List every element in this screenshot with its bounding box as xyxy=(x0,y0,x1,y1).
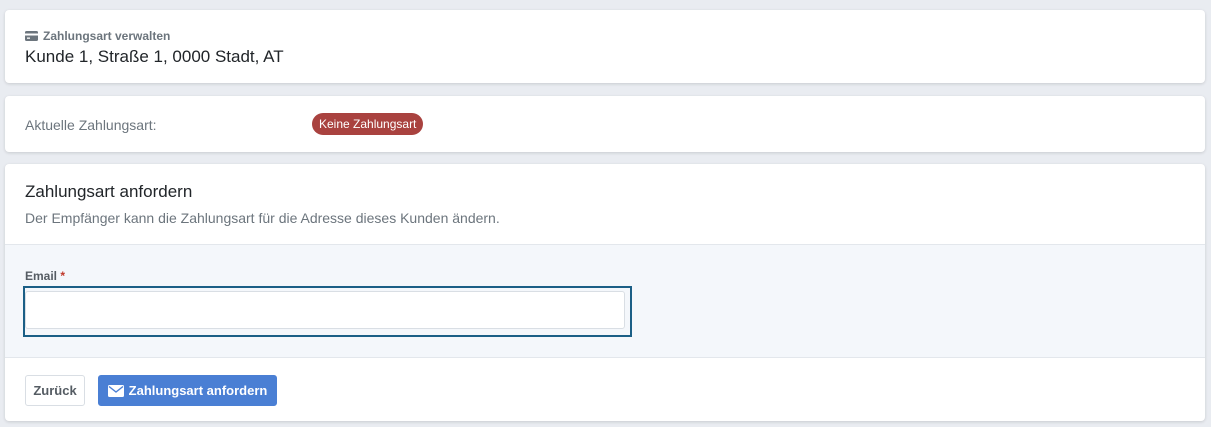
back-button[interactable]: Zurück xyxy=(25,375,85,406)
envelope-icon xyxy=(107,384,124,397)
request-title: Zahlungsart anfordern xyxy=(25,182,193,201)
credit-card-icon xyxy=(25,31,38,41)
email-input[interactable] xyxy=(25,291,625,329)
request-payment-button-label: Zahlungsart anfordern xyxy=(128,383,268,398)
request-payment-card: Zahlungsart anfordern Der Empfänger kann… xyxy=(5,164,1205,421)
payment-status-card: Aktuelle Zahlungsart: Keine Zahlungsart xyxy=(5,96,1205,152)
email-label: Email * xyxy=(25,269,65,283)
header-subtitle: Zahlungsart verwalten xyxy=(25,29,170,43)
required-marker: * xyxy=(60,269,66,283)
request-payment-button[interactable]: Zahlungsart anfordern xyxy=(98,375,277,406)
request-form-body: Email * xyxy=(5,244,1205,358)
header-subtitle-text: Zahlungsart verwalten xyxy=(43,29,171,43)
email-label-text: Email xyxy=(25,269,58,283)
request-description: Der Empfänger kann die Zahlungsart für d… xyxy=(25,210,500,226)
customer-header-card: Zahlungsart verwalten Kunde 1, Straße 1,… xyxy=(5,10,1205,83)
payment-status-badge: Keine Zahlungsart xyxy=(312,113,424,135)
customer-title: Kunde 1, Straße 1, 0000 Stadt, AT xyxy=(25,47,284,66)
current-payment-label: Aktuelle Zahlungsart: xyxy=(25,117,157,133)
